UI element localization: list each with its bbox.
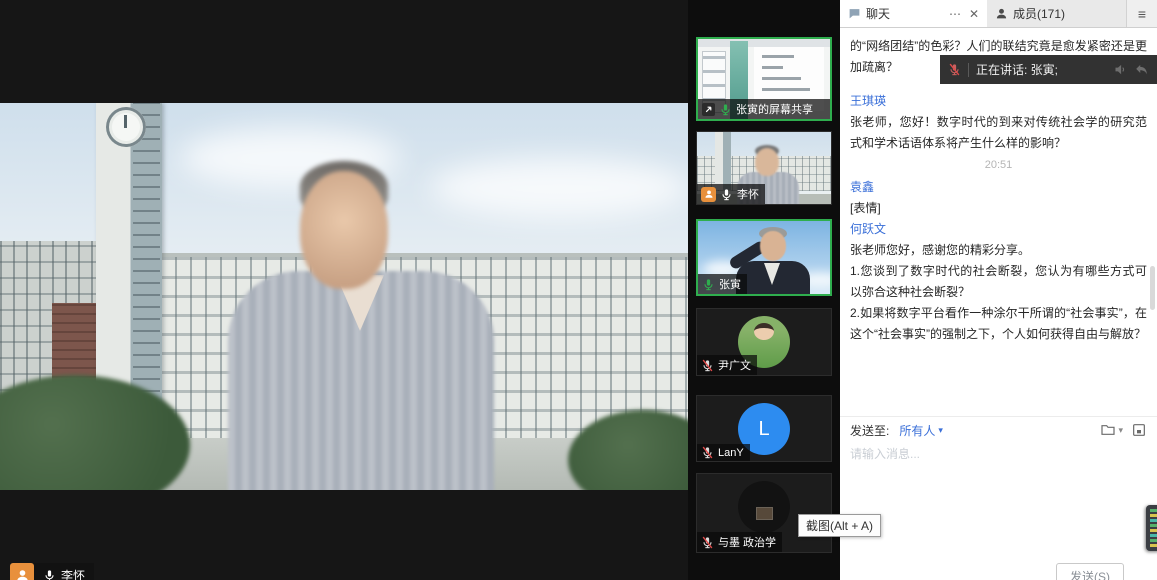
thumbnail-zhangyin[interactable]: 张寅	[696, 219, 832, 296]
chat-message-list: 的“网络团结”的色彩？人们的联结究竟是愈发紧密还是更加疏离？ 王琪瑛 张老师，您…	[840, 28, 1157, 416]
docked-widget[interactable]	[1146, 505, 1157, 551]
mic-on-icon	[720, 188, 733, 201]
participant-name: 尹广文	[718, 357, 751, 373]
main-video-tile[interactable]: 李怀	[0, 0, 688, 580]
message-timestamp: 20:51	[850, 155, 1147, 176]
tab-close-button[interactable]: ✕	[969, 7, 979, 21]
participant-name: 李怀	[737, 186, 759, 202]
avatar	[738, 481, 790, 533]
speaking-toast-text: 正在讲话: 张寅;	[976, 61, 1058, 78]
speaking-toast: 正在讲话: 张寅;	[940, 55, 1157, 84]
screenshot-icon[interactable]	[1131, 422, 1147, 438]
main-speaker-name: 李怀	[61, 567, 85, 580]
send-file-button[interactable]: ▾	[1100, 422, 1123, 438]
reply-arrow-icon[interactable]	[1134, 62, 1149, 77]
chat-message: 张老师您好，感谢您的精彩分享。 1.您谈到了数字时代的社会断裂，您认为有哪些方式…	[850, 240, 1147, 345]
tab-chat[interactable]: 聊天 ⋯ ✕	[840, 0, 987, 27]
send-button[interactable]: 发送(S)	[1056, 563, 1124, 580]
folder-icon	[1100, 422, 1116, 438]
send-to-bar: 发送至: 所有人 ▾ ▾	[840, 416, 1157, 443]
mic-muted-icon	[701, 359, 714, 372]
cloud-shape	[430, 158, 688, 218]
thumbnail-lany[interactable]: L LanY	[696, 395, 832, 462]
participant-name: LanY	[718, 447, 744, 459]
host-badge-icon	[10, 563, 34, 580]
panel-menu-button[interactable]: ≡	[1127, 0, 1157, 27]
mic-muted-icon	[701, 446, 714, 459]
main-video-feed	[0, 103, 688, 490]
tab-more-button[interactable]: ⋯	[949, 7, 961, 21]
message-sender[interactable]: 袁鑫	[850, 177, 1147, 198]
mic-on-icon	[702, 278, 715, 291]
send-to-label: 发送至:	[850, 422, 889, 439]
message-sender[interactable]: 王琪瑛	[850, 91, 1147, 112]
equalizer-bars	[1150, 509, 1157, 547]
screenshot-tooltip: 截图(Alt + A)	[798, 514, 881, 537]
chat-panel: 聊天 ⋯ ✕ 成员(171) ≡ 的“网络团结”的色彩？人们的联结究竟是愈发紧密…	[840, 0, 1157, 580]
speaker-face	[300, 171, 388, 289]
volume-icon[interactable]	[1113, 62, 1128, 77]
message-sender[interactable]: 何跃文	[850, 219, 1147, 240]
participant-strip: 张寅的屏幕共享 李怀 张寅	[688, 0, 840, 580]
recipient-dropdown[interactable]: 所有人 ▾	[899, 422, 943, 439]
mic-on-icon	[43, 569, 56, 580]
chat-scrollbar[interactable]	[1150, 266, 1155, 310]
participant-name: 张寅的屏幕共享	[736, 101, 813, 117]
panel-tabbar: 聊天 ⋯ ✕ 成员(171) ≡	[840, 0, 1157, 28]
tab-members[interactable]: 成员(171)	[987, 0, 1127, 27]
meeting-window: 李怀 张寅的屏幕共享 李怀	[0, 0, 1157, 580]
chat-message: [表情]	[850, 198, 1147, 219]
recipient-value: 所有人	[899, 422, 935, 439]
chat-message: 张老师，您好！数字时代的到来对传统社会学的研究范式和学术话语体系将产生什么样的影…	[850, 112, 1147, 154]
message-input[interactable]	[850, 447, 1145, 461]
caret-down-icon: ▾	[938, 425, 943, 436]
participant-name: 张寅	[719, 276, 741, 292]
thumbnail-yinguangwen[interactable]: 尹广文	[696, 308, 832, 376]
tab-members-label: 成员(171)	[1013, 5, 1065, 22]
main-video-name-label: 李怀	[10, 563, 94, 580]
thumbnail-screen-share[interactable]: 张寅的屏幕共享	[696, 37, 832, 121]
avatar-letter: L	[758, 418, 769, 441]
thumbnail-yumo[interactable]: 与墨 政治学	[696, 473, 832, 553]
participant-name: 与墨 政治学	[718, 534, 776, 550]
mic-muted-icon	[948, 63, 961, 76]
mic-on-icon	[719, 103, 732, 116]
host-badge-icon	[701, 187, 716, 202]
member-icon	[995, 7, 1008, 20]
thumbnail-lihuai[interactable]: 李怀	[696, 131, 832, 205]
clock-face	[106, 107, 146, 147]
chat-bubble-icon	[848, 7, 861, 20]
screen-share-icon	[702, 103, 715, 116]
mic-muted-icon	[701, 536, 714, 549]
caret-down-icon: ▾	[1118, 425, 1123, 436]
tab-chat-label: 聊天	[866, 5, 890, 22]
